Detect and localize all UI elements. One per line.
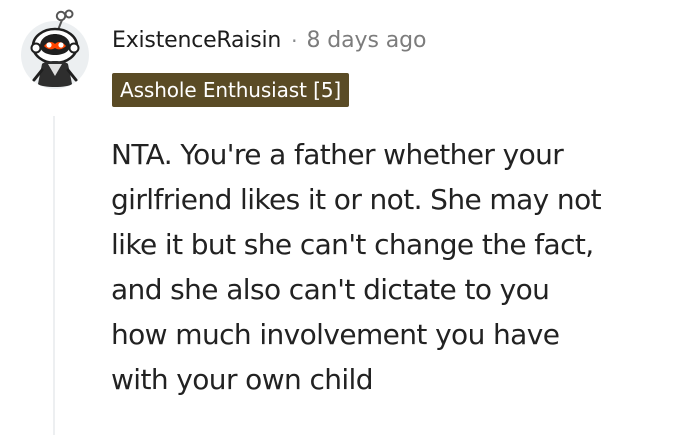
comment-body-line: like it but she can't change the fact, (111, 228, 594, 261)
comment-body: NTA. You're a father whether your girlfr… (111, 132, 696, 402)
thread-line[interactable] (53, 116, 55, 435)
timestamp-link[interactable]: 8 days ago (307, 25, 427, 57)
username-link[interactable]: ExistenceRaisin (112, 25, 281, 57)
comment-body-line: with your own child (111, 363, 374, 396)
comment-body-line: girlfriend likes it or not. She may not (111, 183, 602, 216)
comment-body-line: and she also can't dictate to you (111, 273, 550, 306)
user-flair-badge: Asshole Enthusiast [5] (112, 73, 350, 107)
comment-body-line: NTA. You're a father whether your (111, 138, 564, 171)
comment-meta: ExistenceRaisin · 8 days ago (112, 25, 426, 57)
user-avatar-icon[interactable] (18, 8, 92, 92)
meta-separator: · (291, 29, 298, 53)
snoo-avatar-icon (21, 9, 89, 89)
comment: ExistenceRaisin · 8 days ago Asshole Ent… (0, 0, 700, 435)
comment-body-line: how much involvement you have (111, 318, 560, 351)
